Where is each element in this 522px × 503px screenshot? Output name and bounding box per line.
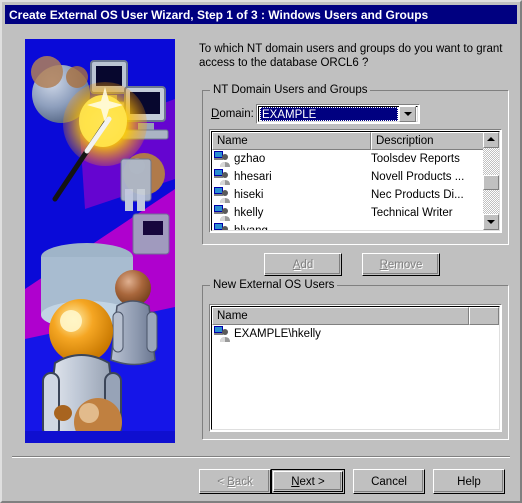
domain-users-listview[interactable]: Name Description gzhao Toolsdev Reports	[209, 129, 502, 233]
back-button[interactable]: < Back	[199, 469, 271, 494]
scrollbar-thumb[interactable]	[483, 175, 499, 190]
column-header-spacer[interactable]	[469, 307, 499, 325]
cancel-button-label: Cancel	[371, 475, 407, 488]
scroll-up-icon[interactable]	[483, 132, 499, 148]
table-row[interactable]: hlyang	[212, 222, 499, 231]
remove-button-label: Remove	[379, 258, 423, 271]
user-icon	[214, 169, 231, 185]
add-button[interactable]: Add	[264, 253, 342, 276]
wizard-banner-image	[25, 39, 175, 443]
cell-name: gzhao	[234, 153, 266, 165]
help-button-label: Help	[457, 475, 481, 488]
list-item[interactable]: EXAMPLE\hkelly	[212, 325, 499, 343]
user-icon	[214, 151, 231, 167]
instruction-line-2: access to the database ORCL6 ?	[199, 57, 369, 69]
user-icon	[214, 326, 231, 342]
chevron-down-icon[interactable]	[399, 106, 416, 122]
table-row[interactable]: hkelly Technical Writer	[212, 204, 499, 222]
add-button-label: Add	[292, 258, 314, 271]
cell-description: Nec Products Di...	[371, 189, 464, 201]
domain-label: Domain:	[211, 108, 254, 120]
domain-combobox[interactable]: EXAMPLE	[256, 104, 420, 124]
table-row[interactable]: hiseki Nec Products Di...	[212, 186, 499, 204]
next-button[interactable]: Next >	[271, 469, 345, 494]
footer-separator	[12, 456, 510, 458]
cell-description: Novell Products ...	[371, 171, 465, 183]
user-icon	[214, 223, 231, 230]
column-header-name[interactable]: Name	[212, 132, 371, 150]
column-header-description[interactable]: Description	[371, 132, 485, 150]
nt-domain-users-legend: NT Domain Users and Groups	[210, 84, 371, 96]
cell-name: EXAMPLE\hkelly	[234, 328, 321, 340]
user-icon	[214, 187, 231, 203]
domain-users-header-row: Name Description	[212, 132, 499, 150]
cell-description: Technical Writer	[371, 207, 453, 219]
new-users-header-row: Name	[212, 307, 499, 325]
new-users-rows: EXAMPLE\hkelly	[212, 325, 499, 343]
next-button-label: Next >	[291, 475, 325, 488]
column-header-name[interactable]: Name	[212, 307, 470, 325]
user-icon	[214, 205, 231, 221]
domain-combobox-value[interactable]: EXAMPLE	[260, 107, 398, 121]
instruction-text: To which NT domain users and groups do y…	[199, 42, 509, 70]
new-external-os-users-legend: New External OS Users	[210, 279, 338, 291]
back-button-label: < Back	[217, 475, 253, 488]
cell-name: hlyang	[234, 225, 268, 231]
window-title: Create External OS User Wizard, Step 1 o…	[9, 7, 429, 22]
scroll-down-icon[interactable]	[483, 214, 499, 230]
cell-name: hiseki	[234, 189, 264, 201]
table-row[interactable]: gzhao Toolsdev Reports	[212, 150, 499, 168]
remove-button[interactable]: Remove	[362, 253, 440, 276]
domain-users-rows: gzhao Toolsdev Reports hhesari Novell Pr…	[212, 150, 499, 231]
cell-name: hkelly	[234, 207, 264, 219]
cell-name: hhesari	[234, 171, 272, 183]
wizard-dialog: Create External OS User Wizard, Step 1 o…	[0, 0, 522, 503]
cell-description: Toolsdev Reports	[371, 153, 460, 165]
instruction-line-1: To which NT domain users and groups do y…	[199, 43, 503, 55]
cancel-button[interactable]: Cancel	[353, 469, 425, 494]
table-row[interactable]: hhesari Novell Products ...	[212, 168, 499, 186]
title-bar: Create External OS User Wizard, Step 1 o…	[5, 5, 517, 24]
listview-vertical-scrollbar[interactable]	[483, 132, 499, 230]
new-users-listview[interactable]: Name EXAMPLE\hkelly	[209, 304, 502, 432]
help-button[interactable]: Help	[433, 469, 505, 494]
